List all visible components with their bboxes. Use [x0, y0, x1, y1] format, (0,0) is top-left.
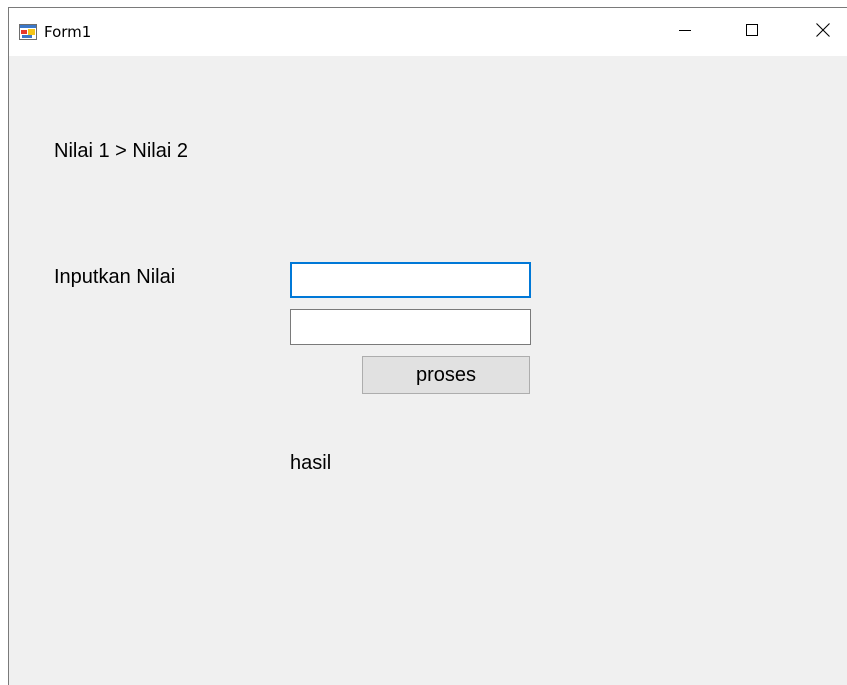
- proses-button[interactable]: proses: [362, 356, 530, 394]
- minimize-icon: [679, 23, 691, 41]
- close-icon: [816, 22, 830, 42]
- result-label: hasil: [290, 452, 332, 474]
- heading-label: Nilai 1 > Nilai 2: [54, 140, 188, 162]
- nilai1-textbox[interactable]: [290, 262, 531, 298]
- app-icon[interactable]: [19, 24, 37, 40]
- form1-window: Form1 Nilai 1 > Nilai 2 Inputkan Nilai p…: [8, 7, 847, 685]
- window-title: Form1: [44, 23, 92, 41]
- minimize-button[interactable]: [662, 8, 708, 56]
- form-client-area: Nilai 1 > Nilai 2 Inputkan Nilai proses …: [9, 56, 847, 685]
- title-bar[interactable]: Form1: [9, 8, 847, 56]
- close-button[interactable]: [800, 8, 846, 56]
- maximize-button[interactable]: [729, 8, 775, 56]
- input-label: Inputkan Nilai: [54, 266, 176, 288]
- nilai2-textbox[interactable]: [290, 309, 531, 345]
- maximize-icon: [746, 23, 758, 41]
